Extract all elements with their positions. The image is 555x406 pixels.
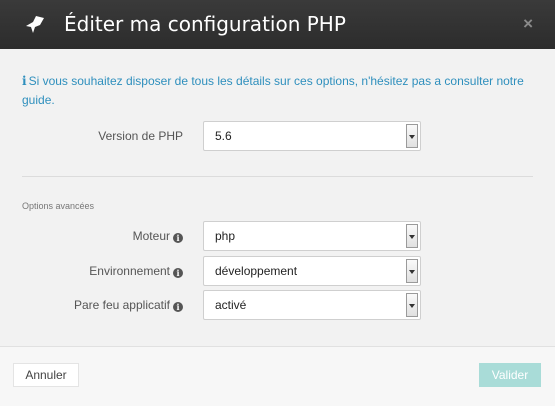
chevron-down-icon[interactable] [406, 259, 418, 283]
firewall-select[interactable]: activé [203, 290, 421, 320]
firewall-label: Pare feu applicatif i [74, 290, 183, 320]
modal-body: i Si vous souhaitez disposer de tous les … [0, 49, 555, 346]
advanced-options-title: Options avancées [22, 201, 95, 211]
cancel-button[interactable]: Annuler [13, 363, 79, 387]
environment-label: Environnement i [89, 256, 183, 286]
submit-button[interactable]: Valider [479, 363, 541, 387]
chevron-down-icon[interactable] [406, 293, 418, 317]
help-icon[interactable]: i [173, 268, 183, 278]
section-divider [22, 176, 533, 177]
help-icon[interactable]: i [173, 302, 183, 312]
engine-row: Moteur i php [0, 221, 555, 251]
php-version-select[interactable]: 5.6 [203, 121, 421, 151]
info-text[interactable]: Si vous souhaitez disposer de tous les d… [22, 74, 524, 107]
engine-value: php [215, 229, 236, 243]
php-version-label: Version de PHP [98, 129, 183, 143]
firewall-row: Pare feu applicatif i activé [0, 290, 555, 320]
environment-row: Environnement i développement [0, 256, 555, 286]
environment-select[interactable]: développement [203, 256, 421, 286]
engine-select[interactable]: php [203, 221, 421, 251]
info-message: i Si vous souhaitez disposer de tous les … [22, 72, 542, 110]
modal-title: Éditer ma configuration PHP [64, 12, 346, 36]
close-icon[interactable]: × [523, 15, 533, 33]
modal-header: Éditer ma configuration PHP × [0, 0, 555, 49]
help-icon[interactable]: i [173, 233, 183, 243]
firewall-value: activé [215, 298, 247, 312]
php-version-value: 5.6 [215, 129, 232, 143]
modal-footer: Annuler Valider [0, 346, 555, 406]
php-config-modal: Éditer ma configuration PHP × i Si vous s… [0, 0, 555, 406]
chevron-down-icon[interactable] [406, 224, 418, 248]
environment-value: développement [215, 264, 298, 278]
php-version-row: Version de PHP 5.6 [0, 121, 555, 151]
rocket-icon [26, 16, 44, 33]
engine-label: Moteur i [133, 221, 183, 251]
info-icon: i [22, 74, 27, 88]
chevron-down-icon[interactable] [406, 124, 418, 148]
